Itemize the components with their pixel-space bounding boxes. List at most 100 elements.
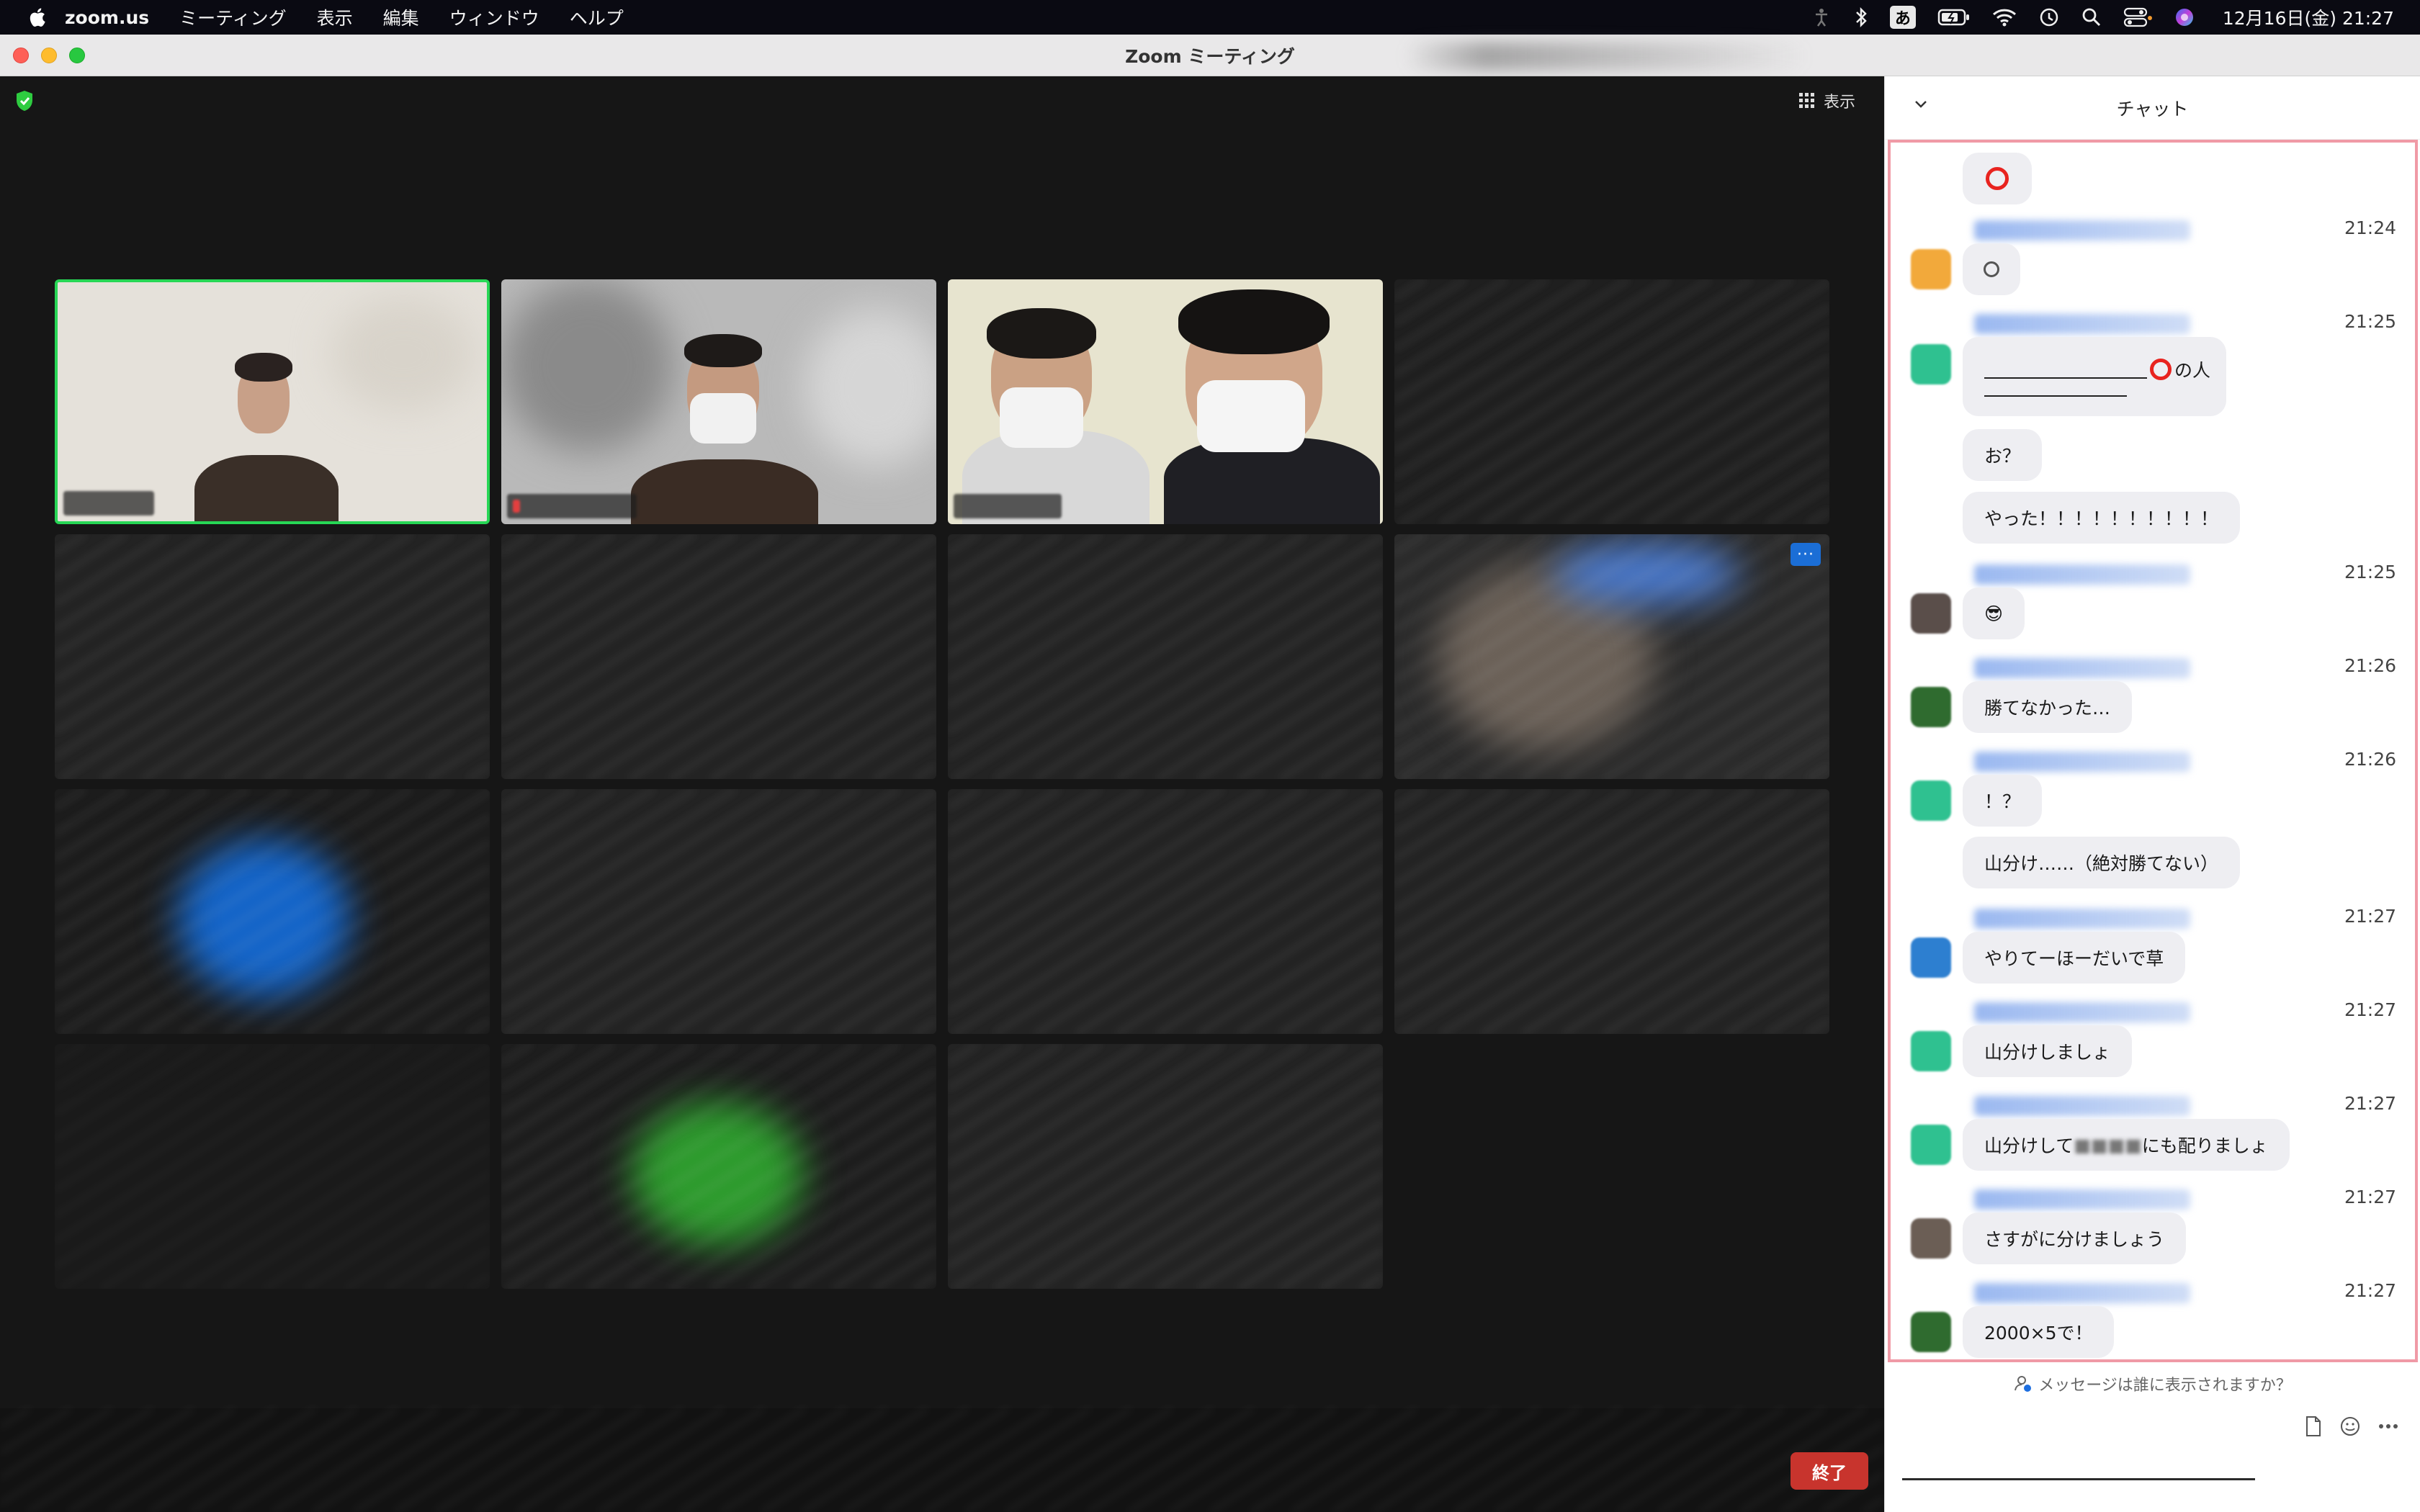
chat-sender-name	[1974, 1002, 2190, 1022]
menu-help[interactable]: ヘルプ	[570, 4, 624, 30]
encryption-shield-icon[interactable]	[14, 89, 35, 112]
menu-bar-clock[interactable]: 12月16日(金) 21:27	[2223, 4, 2394, 30]
blurred-overlay	[1404, 42, 1808, 71]
control-center-icon[interactable]	[2123, 6, 2152, 28]
chat-message-text: にも配りましょ	[2141, 1135, 2268, 1156]
file-attach-icon[interactable]	[2305, 1416, 2322, 1437]
menu-app-name[interactable]: zoom.us	[65, 7, 149, 28]
wifi-icon[interactable]	[1992, 8, 2017, 27]
avatar[interactable]	[1911, 1031, 1951, 1071]
chat-timestamp: 21:26	[2344, 655, 2396, 676]
avatar[interactable]	[1911, 593, 1951, 634]
chat-message-bubble[interactable]: お？	[1963, 429, 2043, 481]
end-meeting-button[interactable]: 終了	[1791, 1452, 1868, 1490]
menu-edit[interactable]: 編集	[383, 4, 419, 30]
chat-message-bubble[interactable]: ！？	[1963, 775, 2043, 827]
chat-sender-name	[1974, 220, 2190, 240]
chat-timestamp: 21:24	[2344, 217, 2396, 238]
chat-timestamp: 21:27	[2344, 1093, 2396, 1114]
menu-bar-status-area: あ 12月16日(金) 21:27	[1789, 0, 2420, 35]
siri-icon[interactable]	[2174, 6, 2195, 28]
participant-name-tag	[954, 494, 1062, 518]
video-tile-participant-5[interactable]	[55, 534, 490, 779]
chat-timestamp: 21:27	[2344, 1280, 2396, 1301]
chat-sender-name	[1974, 314, 2190, 334]
video-tile-participant-1[interactable]	[55, 279, 490, 524]
avatar[interactable]	[1911, 1312, 1951, 1352]
window-title: Zoom ミーティング	[1125, 45, 1295, 67]
chat-message-bubble[interactable]	[1963, 153, 2032, 204]
menu-view[interactable]: 表示	[317, 4, 353, 30]
chat-sender-name	[1974, 564, 2190, 585]
chat-message-bubble[interactable]: の人	[1963, 337, 2226, 416]
avatar[interactable]	[1911, 1218, 1951, 1259]
chat-message-bubble[interactable]: 山分けしましょ	[1963, 1025, 2133, 1077]
message-visibility-text: メッセージは誰に表示されますか？	[2038, 1377, 2292, 1395]
video-tile-participant-13[interactable]	[55, 1044, 490, 1289]
video-tile-participant-7[interactable]	[948, 534, 1383, 779]
chat-message-bubble[interactable]: 山分けして ■■■■ にも配りましょ	[1963, 1119, 2290, 1171]
chat-message-list[interactable]: 21:24 21:25 の人 お？ やった！！！！！！！！！！ 21:25 😎 …	[1888, 140, 2418, 1362]
red-circle-emoji	[2150, 359, 2172, 380]
window-title-bar[interactable]: Zoom ミーティング	[0, 35, 2420, 76]
chat-timestamp: 21:27	[2344, 999, 2396, 1020]
chat-timestamp: 21:27	[2344, 1187, 2396, 1207]
muted-mic-icon	[513, 500, 520, 513]
accessibility-icon[interactable]	[1811, 6, 1832, 28]
chat-message-text: やりてーほーだいで草	[1984, 948, 2164, 969]
chat-message-text: 山分けしましょ	[1984, 1042, 2111, 1063]
battery-icon[interactable]	[1937, 8, 1971, 27]
more-options-icon[interactable]	[2378, 1423, 2398, 1429]
chat-title: チャット	[2116, 98, 2189, 120]
input-method-icon[interactable]: あ	[1889, 6, 1916, 29]
video-tile-participant-9[interactable]	[55, 789, 490, 1034]
chat-timestamp: 21:26	[2344, 749, 2396, 770]
apple-logo-icon[interactable]	[27, 6, 46, 28]
video-tile-participant-4[interactable]	[1394, 279, 1829, 524]
video-tile-participant-11[interactable]	[948, 789, 1383, 1034]
video-tile-participant-12[interactable]	[1394, 789, 1829, 1034]
chat-message-bubble[interactable]: 😎	[1963, 588, 2025, 639]
video-tile-participant-8[interactable]: ···	[1394, 534, 1829, 779]
avatar[interactable]	[1911, 1125, 1951, 1165]
video-tile-participant-10[interactable]	[501, 789, 936, 1034]
video-tile-participant-3[interactable]	[948, 279, 1383, 524]
chat-message-text: 2000×5で！	[1984, 1323, 2093, 1344]
message-visibility-prompt[interactable]: メッセージは誰に表示されますか？	[1885, 1372, 2420, 1395]
chat-message-bubble[interactable]: 2000×5で！	[1963, 1306, 2115, 1358]
tile-more-options-button[interactable]: ···	[1791, 543, 1821, 566]
chat-timestamp: 21:25	[2344, 562, 2396, 582]
menu-window[interactable]: ウィンドウ	[449, 4, 539, 30]
chevron-down-icon[interactable]	[1914, 99, 1928, 109]
avatar[interactable]	[1911, 687, 1951, 727]
emoji-icon[interactable]	[2339, 1416, 2361, 1437]
view-options-button[interactable]: 表示	[1799, 89, 1855, 112]
avatar[interactable]	[1911, 780, 1951, 821]
avatar[interactable]	[1911, 344, 1951, 384]
person-icon	[2015, 1376, 2032, 1392]
chat-sender-name	[1974, 1283, 2190, 1303]
chat-message-bubble[interactable]	[1963, 243, 2020, 295]
chat-message-text: お？	[1984, 446, 2021, 467]
avatar[interactable]	[1911, 937, 1951, 978]
search-icon[interactable]	[2081, 7, 2102, 27]
bluetooth-icon[interactable]	[1854, 6, 1868, 28]
meeting-video-area: 表示 ··· 終了	[0, 76, 1884, 1512]
chat-panel: チャット 21:24 21:25 の人 お？ やった！！！！！！！！！！ 21:…	[1884, 76, 2420, 1512]
video-tile-participant-6[interactable]	[501, 534, 936, 779]
chat-message-bubble[interactable]: やった！！！！！！！！！！	[1963, 492, 2241, 544]
video-tile-participant-14[interactable]	[501, 1044, 936, 1289]
chat-sender-name	[1974, 752, 2190, 772]
time-machine-icon[interactable]	[2038, 6, 2060, 28]
chat-message-bubble[interactable]: 勝てなかった…	[1963, 681, 2133, 733]
chat-message-bubble[interactable]: さすがに分けましょう	[1963, 1212, 2187, 1264]
video-tile-participant-2[interactable]	[501, 279, 936, 524]
circle-mark	[1984, 261, 1999, 277]
chat-message-bubble[interactable]: 山分け……（絶対勝てない）	[1963, 837, 2241, 888]
chat-message-bubble[interactable]: やりてーほーだいで草	[1963, 932, 2186, 984]
chat-message-text: やった！！！！！！！！！！	[1984, 508, 2219, 529]
menu-meeting[interactable]: ミーティング	[179, 4, 287, 30]
avatar[interactable]	[1911, 249, 1951, 289]
chat-message-input[interactable]	[1902, 1466, 2255, 1480]
video-tile-participant-15[interactable]	[948, 1044, 1383, 1289]
